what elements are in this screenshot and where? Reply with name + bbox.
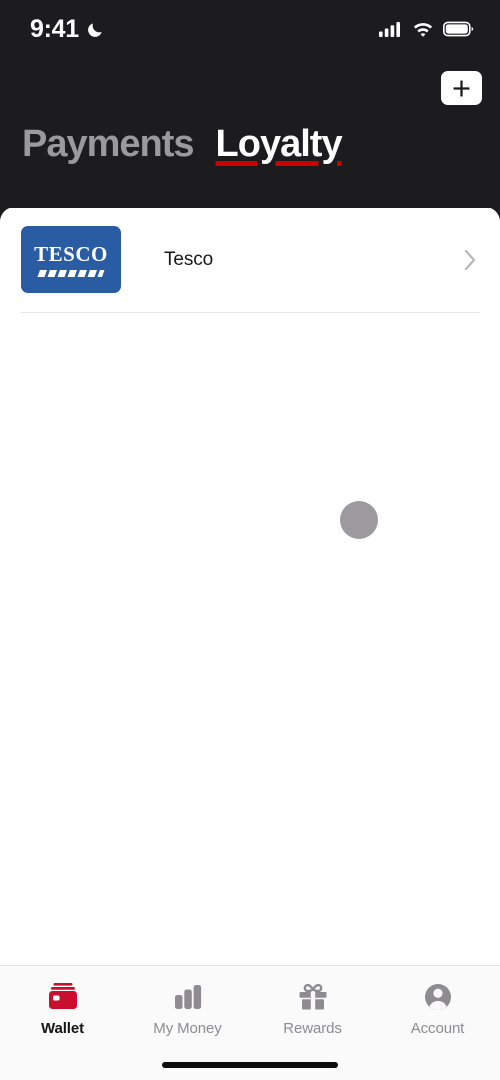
battery-icon [443, 21, 474, 37]
tab-wallet[interactable]: Wallet [0, 966, 125, 1037]
phone-screen: 9:41 Payments Loyalty TESCO Tesco Wallet… [0, 0, 500, 1080]
loyalty-card-row-tesco[interactable]: TESCO Tesco [0, 207, 500, 312]
account-avatar-icon [421, 980, 455, 1013]
segmented-tabs: Payments Loyalty [22, 124, 343, 165]
status-time: 9:41 [30, 14, 79, 43]
wallet-icon [46, 980, 80, 1013]
loading-spinner [340, 501, 378, 539]
tab-account[interactable]: Account [375, 966, 500, 1037]
tab-my-money-label: My Money [153, 1020, 222, 1037]
moon-icon [86, 20, 105, 39]
tab-rewards-label: Rewards [283, 1020, 342, 1037]
tab-loyalty[interactable]: Loyalty [216, 124, 343, 165]
svg-text:TESCO: TESCO [34, 242, 108, 266]
status-bar: 9:41 [0, 0, 500, 58]
loyalty-card-name: Tesco [164, 248, 214, 270]
tab-wallet-label: Wallet [40, 1020, 85, 1037]
page-header: Payments Loyalty [0, 58, 500, 208]
bar-chart-icon [171, 980, 205, 1013]
tesco-logo: TESCO [21, 226, 121, 293]
cellular-signal-icon [379, 21, 403, 37]
wifi-icon [412, 21, 434, 37]
content-sheet: TESCO Tesco [0, 207, 500, 965]
tab-payments[interactable]: Payments [22, 124, 195, 165]
status-bar-right [379, 21, 474, 37]
plus-icon [452, 79, 471, 98]
chevron-right-icon [463, 248, 478, 272]
tab-my-money[interactable]: My Money [125, 966, 250, 1037]
status-bar-left: 9:41 [30, 14, 105, 43]
tab-account-label: Account [410, 1020, 465, 1037]
add-card-button[interactable] [441, 71, 482, 105]
gift-icon [296, 980, 330, 1013]
loading-area [0, 313, 500, 833]
home-indicator[interactable] [162, 1062, 338, 1068]
tab-rewards[interactable]: Rewards [250, 966, 375, 1037]
